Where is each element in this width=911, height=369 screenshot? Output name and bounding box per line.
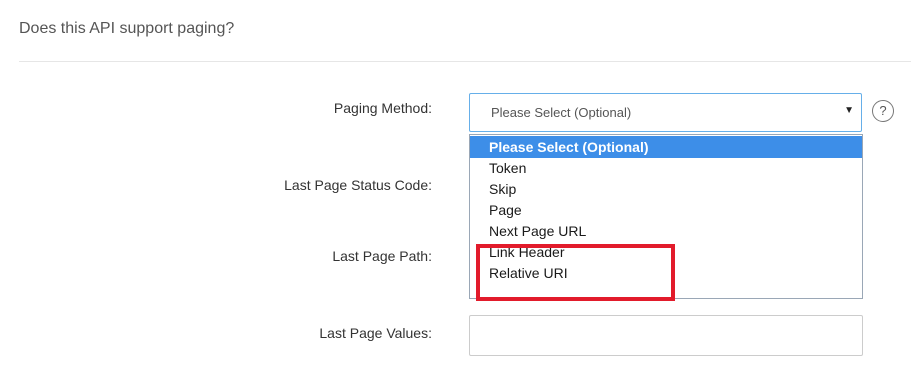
last-page-values-label: Last Page Values: — [319, 325, 432, 341]
dropdown-option-token[interactable]: Token — [470, 158, 862, 179]
dropdown-option-next-page-url[interactable]: Next Page URL — [470, 221, 862, 242]
paging-method-dropdown-list: Please Select (Optional) Token Skip Page… — [469, 134, 863, 299]
section-divider — [19, 61, 911, 62]
section-title: Does this API support paging? — [19, 20, 235, 37]
last-page-status-code-label: Last Page Status Code: — [284, 177, 432, 193]
paging-method-selected-value: Please Select (Optional) — [491, 105, 632, 120]
dropdown-option-please-select[interactable]: Please Select (Optional) — [470, 136, 862, 158]
question-circle-icon[interactable]: ? — [872, 100, 894, 122]
paging-method-label: Paging Method: — [333, 100, 432, 116]
dropdown-option-skip[interactable]: Skip — [470, 179, 862, 200]
paging-method-select[interactable]: Please Select (Optional) ▼ — [469, 93, 862, 132]
last-page-values-input[interactable] — [469, 315, 863, 356]
triangle-down-icon: ▼ — [844, 105, 854, 116]
dropdown-option-relative-uri[interactable]: Relative URI — [470, 263, 862, 284]
last-page-path-label: Last Page Path: — [332, 248, 432, 264]
dropdown-option-link-header[interactable]: Link Header — [470, 242, 862, 263]
dropdown-option-page[interactable]: Page — [470, 200, 862, 221]
